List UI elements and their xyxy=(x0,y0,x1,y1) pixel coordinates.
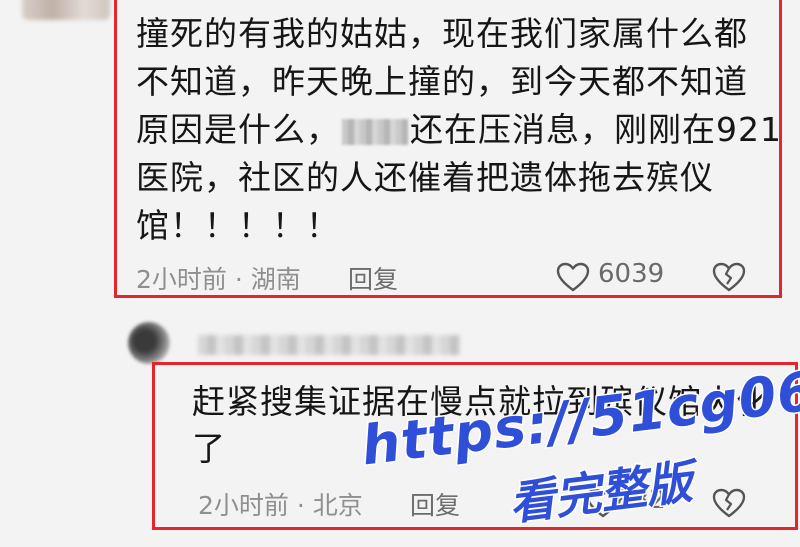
comment-text-line: 医院，社区的人还催着把遗体拖去殡仪 xyxy=(136,158,714,197)
reply-text-line: 了 xyxy=(192,429,226,468)
reply-avatar[interactable] xyxy=(128,322,170,364)
redacted-text xyxy=(342,118,408,145)
reply-button[interactable]: 回复 xyxy=(410,486,460,522)
heart-outline-icon[interactable] xyxy=(556,262,590,292)
reply-username-redacted[interactable] xyxy=(198,335,460,355)
like-count: 6039 xyxy=(598,259,665,289)
commenter-avatar[interactable] xyxy=(22,0,110,20)
reply-time-location: 2小时前 · 北京 xyxy=(198,491,363,520)
reply-button[interactable]: 回复 xyxy=(348,260,398,296)
comment-text-segment: 还在压消息，刚刚在921 xyxy=(410,110,782,149)
comment-text-segment: 原因是什么， xyxy=(136,110,340,149)
comment-text-line: 不知道，昨天晚上撞的，到今天都不知道 xyxy=(136,62,748,101)
broken-heart-icon[interactable] xyxy=(712,262,746,292)
comment-text-line: 馆！！！！！ xyxy=(136,206,340,245)
broken-heart-icon[interactable] xyxy=(712,488,746,518)
comment-text-line: 撞死的有我的姑姑，现在我们家属什么都 xyxy=(136,14,748,53)
comment-time-location: 2小时前 · 湖南 xyxy=(136,265,301,294)
comment-text-line: 原因是什么， 还在压消息，刚刚在921 xyxy=(136,106,782,154)
